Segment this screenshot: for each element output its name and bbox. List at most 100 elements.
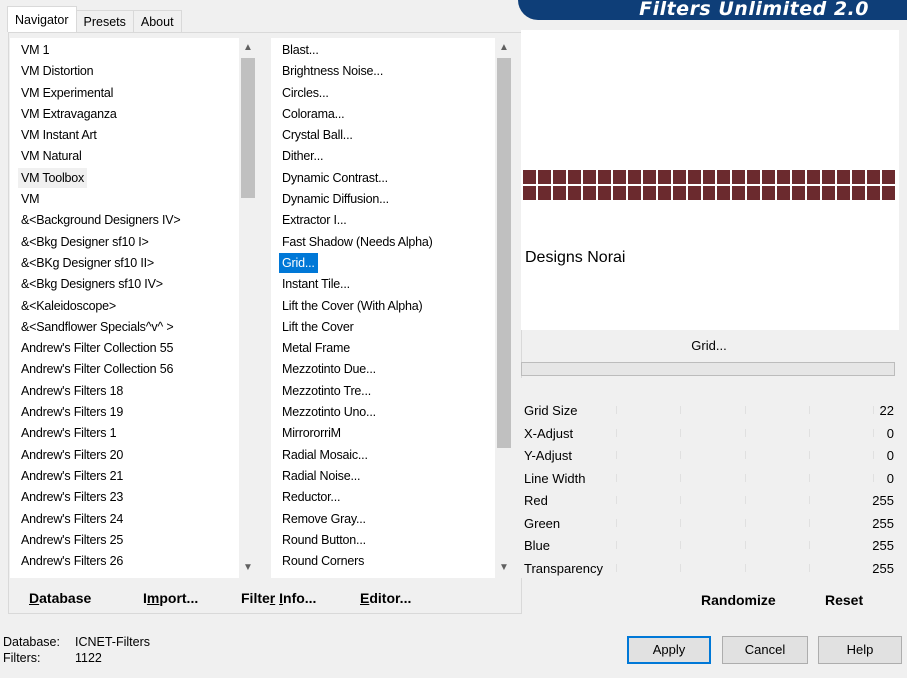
parameter-value: 0 — [886, 425, 894, 441]
list-item-label: Instant Tile... — [282, 277, 350, 292]
list-item-label: Crystal Ball... — [282, 128, 353, 143]
list-item[interactable]: Circles... — [271, 83, 495, 104]
list-item[interactable]: Andrew's Filters 1 — [10, 423, 239, 444]
list-item[interactable]: Andrew's Filters 18 — [10, 381, 239, 402]
list-item[interactable]: Andrew's Filters 26 — [10, 551, 239, 572]
list-item-label: Remove Gray... — [282, 511, 366, 526]
list-item-label: VM Natural — [21, 149, 82, 164]
list-item[interactable]: Brightness Noise... — [271, 61, 495, 82]
list-item-label: Andrew's Filter Collection 55 — [21, 341, 174, 356]
category-scrollbar[interactable]: ▲ ▼ — [239, 38, 257, 578]
scroll-thumb[interactable] — [497, 58, 511, 448]
list-item[interactable]: VM 1 — [10, 40, 239, 61]
parameter-slider[interactable]: Y-Adjust 0 — [521, 445, 894, 468]
list-item[interactable]: Mezzotinto Uno... — [271, 402, 495, 423]
list-item[interactable]: Crystal Ball... — [271, 125, 495, 146]
list-item[interactable]: Round Button... — [271, 530, 495, 551]
parameter-slider[interactable]: Green 255 — [521, 513, 894, 536]
list-item[interactable]: VM — [10, 189, 239, 210]
list-item[interactable]: Andrew's Filters 19 — [10, 402, 239, 423]
tab-navigator[interactable]: Navigator — [7, 6, 77, 32]
randomize-button[interactable]: Randomize — [701, 592, 776, 608]
list-item[interactable]: Andrew's Filters 21 — [10, 466, 239, 487]
parameter-slider[interactable]: X-Adjust 0 — [521, 423, 894, 446]
list-item-label: Dynamic Contrast... — [282, 170, 388, 185]
import-button[interactable]: Import... — [143, 590, 198, 606]
list-item[interactable]: &<Sandflower Specials^v^ > — [10, 317, 239, 338]
list-item[interactable]: Fast Shadow (Needs Alpha) — [271, 232, 495, 253]
list-item[interactable]: Andrew's Filters 25 — [10, 530, 239, 551]
list-item[interactable]: VM Toolbox — [10, 167, 239, 189]
list-item[interactable]: Andrew's Filters 24 — [10, 509, 239, 530]
editor-button[interactable]: Editor... — [360, 590, 411, 606]
slider-ticks — [616, 541, 874, 551]
list-item[interactable]: VM Extravaganza — [10, 104, 239, 125]
list-item[interactable]: Grid... — [271, 252, 495, 274]
list-item[interactable]: Lift the Cover (With Alpha) — [271, 296, 495, 317]
list-item[interactable]: Extractor I... — [271, 210, 495, 231]
scroll-thumb[interactable] — [241, 58, 255, 198]
list-item-label: MirrororriM — [282, 426, 341, 441]
database-button[interactable]: Database — [29, 590, 91, 606]
scroll-up-icon[interactable]: ▲ — [239, 40, 257, 56]
parameter-slider[interactable]: Red 255 — [521, 490, 894, 513]
parameter-label: Grid Size — [524, 403, 578, 418]
list-item[interactable]: Mezzotinto Due... — [271, 359, 495, 380]
list-item[interactable]: VM Distortion — [10, 61, 239, 82]
list-item[interactable]: &<Kaleidoscope> — [10, 296, 239, 317]
list-item-label: Grid... — [279, 252, 318, 273]
category-list[interactable]: VM 1 VM Distortion VM Experimental VM Extra… — [10, 38, 257, 578]
reset-button[interactable]: Reset — [825, 592, 863, 608]
list-item[interactable]: Remove Gray... — [271, 509, 495, 530]
list-item[interactable]: Reductor... — [271, 487, 495, 508]
filter-scrollbar[interactable]: ▲ ▼ — [495, 38, 513, 578]
list-item[interactable]: Blast... — [271, 40, 495, 61]
filter-list[interactable]: Blast... Brightness Noise... Circles... Col… — [271, 38, 513, 578]
list-item[interactable]: Radial Noise... — [271, 466, 495, 487]
scroll-up-icon[interactable]: ▲ — [495, 40, 513, 56]
list-item[interactable]: VM Instant Art — [10, 125, 239, 146]
filter-info-button[interactable]: Filter Info... — [241, 590, 316, 606]
list-item[interactable]: MirrororriM — [271, 423, 495, 444]
parameter-slider[interactable]: Transparency 255 — [521, 558, 894, 581]
list-item[interactable]: Andrew's Filter Collection 56 — [10, 359, 239, 380]
slider-ticks — [616, 451, 874, 461]
list-item[interactable]: Round Corners — [271, 551, 495, 572]
apply-button[interactable]: Apply — [627, 636, 711, 664]
list-item[interactable]: Dynamic Diffusion... — [271, 189, 495, 210]
list-item[interactable]: &<BKg Designer sf10 II> — [10, 253, 239, 274]
list-item[interactable]: &<Bkg Designers sf10 IV> — [10, 274, 239, 295]
list-item[interactable]: Radial Mosaic... — [271, 445, 495, 466]
list-item[interactable]: Colorama... — [271, 104, 495, 125]
parameter-label: Transparency — [524, 560, 603, 576]
parameter-slider[interactable]: Blue 255 — [521, 535, 894, 558]
list-item[interactable]: &<Bkg Designer sf10 I> — [10, 232, 239, 253]
list-item[interactable]: Dither... — [271, 146, 495, 167]
list-item[interactable]: Andrew's Filters 20 — [10, 445, 239, 466]
parameter-value: 0 — [886, 470, 894, 486]
list-item[interactable]: Andrew's Filter Collection 55 — [10, 338, 239, 359]
parameter-slider[interactable]: Line Width 0 — [521, 468, 894, 491]
list-item[interactable]: Dynamic Contrast... — [271, 168, 495, 189]
list-item-label: Andrew's Filters 24 — [21, 511, 124, 526]
cancel-button[interactable]: Cancel — [722, 636, 808, 664]
list-item[interactable]: VM Experimental — [10, 83, 239, 104]
list-item-label: Radial Mosaic... — [282, 447, 368, 462]
scroll-down-icon[interactable]: ▼ — [239, 560, 257, 576]
list-item[interactable]: Andrew's Filters 23 — [10, 487, 239, 508]
list-item[interactable]: &<Background Designers IV> — [10, 210, 239, 231]
list-item[interactable]: Lift the Cover — [271, 317, 495, 338]
list-item[interactable]: Instant Tile... — [271, 274, 495, 295]
list-item[interactable]: Metal Frame — [271, 338, 495, 359]
app-title: Filters Unlimited 2.0 — [639, 0, 869, 20]
list-item[interactable]: VM Natural — [10, 146, 239, 167]
list-item-label: Mezzotinto Uno... — [282, 405, 376, 420]
tab-presets[interactable]: Presets — [75, 10, 134, 32]
list-item-label: Reductor... — [282, 490, 341, 505]
list-item[interactable]: Mezzotinto Tre... — [271, 381, 495, 402]
tab-about[interactable]: About — [132, 10, 182, 32]
scroll-down-icon[interactable]: ▼ — [495, 560, 513, 576]
list-item-label: Mezzotinto Tre... — [282, 383, 371, 398]
parameter-slider[interactable]: Grid Size 22 — [521, 400, 894, 423]
help-button[interactable]: Help — [818, 636, 902, 664]
